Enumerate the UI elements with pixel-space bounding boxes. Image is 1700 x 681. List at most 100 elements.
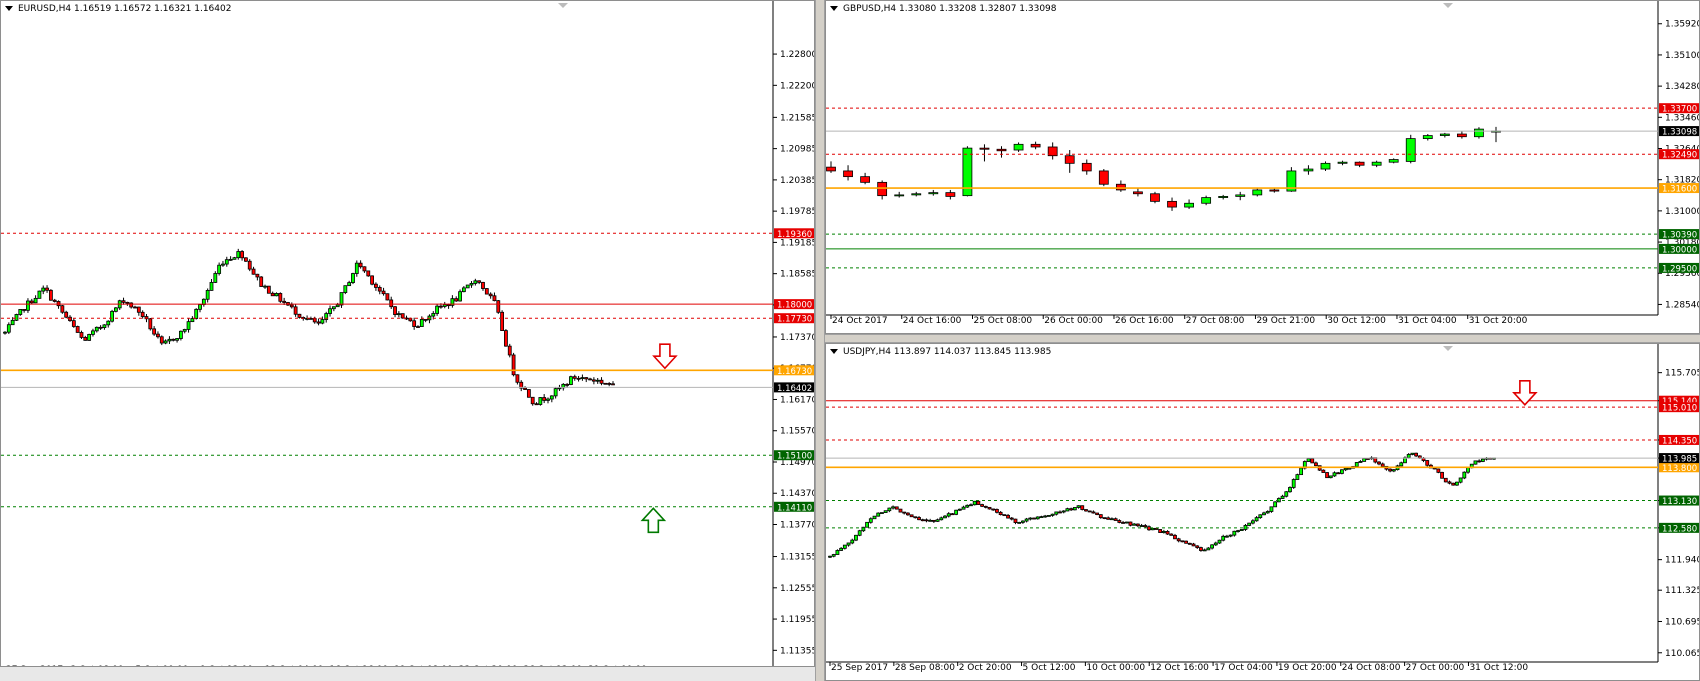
eurusd-chart-canvas[interactable]: 1.22800 1.22200 1.21585 1.20985 1.20385 1.197… <box>1 1 815 667</box>
eurusd-y-tick-label: 1.12555 <box>780 584 815 594</box>
eurusd-candle-body <box>374 283 378 288</box>
eurusd-candle-body <box>18 309 23 315</box>
eurusd-y-tick-label: 1.17370 <box>780 333 815 343</box>
eurusd-candle-body <box>251 268 256 275</box>
usdjpy-chart-canvas[interactable]: 115.705115.140114.350113.985113.130112.5… <box>826 344 1700 681</box>
eurusd-candle-body <box>228 258 233 261</box>
gbpusd-scroll-marker-icon[interactable] <box>1443 3 1453 8</box>
eurusd-candle-body <box>400 313 405 319</box>
eurusd-candle-body <box>156 333 160 338</box>
usdjpy-candle-body <box>839 547 844 551</box>
eurusd-candle-body <box>366 270 371 277</box>
eurusd-candle-body <box>83 337 88 341</box>
usdjpy-y-tick-label: 115.705 <box>1665 369 1700 379</box>
eurusd-symbol: EURUSD,H4 <box>18 4 72 14</box>
gbpusd-candle-body <box>1184 202 1194 208</box>
usdjpy-level-label: 114.350 <box>1662 436 1697 446</box>
usdjpy-candle-body <box>1080 505 1085 510</box>
eurusd-candle-body <box>377 287 382 292</box>
gbpusd-candle-body <box>1439 133 1450 136</box>
usdjpy-x-tick-label: 12 Oct 16:00 <box>1150 663 1209 673</box>
collapse-triangle-icon[interactable] <box>830 349 838 354</box>
usdjpy-candle-body <box>1406 454 1411 459</box>
usdjpy-candle-body <box>1432 467 1437 470</box>
eurusd-candle-body <box>22 309 27 311</box>
eurusd-candle-body <box>549 395 554 400</box>
usdjpy-candle-body <box>961 506 966 510</box>
collapse-triangle-icon[interactable] <box>830 6 838 11</box>
usdjpy-candle-body <box>1110 518 1114 521</box>
eurusd-chart-panel[interactable]: EURUSD,H4 1.16519 1.16572 1.16321 1.1640… <box>0 0 815 667</box>
gbpusd-chart-canvas[interactable]: 1.359201.351001.342801.334601.326401.318… <box>826 1 1700 334</box>
usdjpy-header: USDJPY,H4 113.897 114.037 113.845 113.98… <box>830 347 1051 357</box>
usdjpy-candle-body <box>868 518 873 523</box>
usdjpy-scroll-marker-icon[interactable] <box>1443 346 1453 351</box>
usdjpy-candle-body <box>1273 501 1278 508</box>
gbpusd-candle-body <box>979 147 990 150</box>
collapse-triangle-icon[interactable] <box>5 6 13 11</box>
eurusd-candle-body <box>98 326 103 329</box>
usdjpy-candles <box>828 452 1496 559</box>
usdjpy-candle-body <box>1065 508 1070 512</box>
eurusd-candle-body <box>546 398 550 401</box>
usdjpy-candle-body <box>1399 462 1404 467</box>
usdjpy-candle-body <box>1043 515 1048 518</box>
gbpusd-chart-panel[interactable]: GBPUSD,H4 1.33080 1.33208 1.32807 1.3309… <box>825 0 1700 334</box>
usdjpy-candle-body <box>1124 521 1129 524</box>
gbpusd-candle-body <box>826 166 836 172</box>
eurusd-candle-body <box>446 304 451 307</box>
usdjpy-candle-body <box>1410 452 1415 455</box>
eurusd-candle-body <box>603 382 608 385</box>
eurusd-candle-body <box>339 292 344 306</box>
eurusd-candle-body <box>266 285 271 294</box>
usdjpy-candle-body <box>1210 544 1214 549</box>
eurusd-candle-body <box>370 275 374 285</box>
usdjpy-x-tick-label: 31 Oct 12:00 <box>1469 663 1528 673</box>
usdjpy-candle-body <box>1020 520 1025 523</box>
eurusd-candle-body <box>45 287 49 291</box>
eurusd-candle-body <box>255 273 260 278</box>
usdjpy-candle-body <box>1314 462 1318 467</box>
eurusd-candle-body <box>159 336 164 344</box>
eurusd-candle-body <box>175 338 179 341</box>
eurusd-candle-body <box>431 313 436 317</box>
usdjpy-candle-body <box>1466 467 1470 473</box>
usdjpy-candle-body <box>998 511 1003 516</box>
down-arrow-icon[interactable] <box>652 343 678 370</box>
usdjpy-candle-body <box>1069 508 1074 511</box>
eurusd-candle-body <box>534 403 539 406</box>
horizontal-splitter[interactable] <box>825 334 1700 343</box>
usdjpy-candle-body <box>1236 530 1240 532</box>
usdjpy-symbol: USDJPY,H4 <box>843 347 891 357</box>
gbpusd-y-tick-label: 1.34280 <box>1665 82 1700 92</box>
eurusd-candle-body <box>167 338 172 342</box>
usdjpy-candle-body <box>1095 512 1099 516</box>
eurusd-candle-body <box>140 311 145 317</box>
up-arrow-icon[interactable] <box>640 507 667 534</box>
usdjpy-candle-body <box>1054 511 1059 515</box>
eurusd-candle-body <box>136 306 141 313</box>
usdjpy-candle-body <box>872 515 877 520</box>
usdjpy-y-tick-label: 111.325 <box>1665 586 1700 596</box>
gbpusd-candle-body <box>1133 191 1143 195</box>
eurusd-candle-body <box>572 376 577 379</box>
vertical-splitter[interactable] <box>815 0 825 681</box>
usdjpy-chart-panel[interactable]: USDJPY,H4 113.897 114.037 113.845 113.98… <box>825 343 1700 681</box>
eurusd-candle-body <box>511 354 516 376</box>
usdjpy-candle-body <box>1024 518 1029 522</box>
usdjpy-candle-body <box>1380 463 1385 467</box>
usdjpy-candle-body <box>1358 461 1363 463</box>
usdjpy-candle-body <box>1280 495 1285 499</box>
eurusd-candle-body <box>106 320 111 326</box>
eurusd-scroll-marker-icon[interactable] <box>558 3 568 8</box>
usdjpy-candle-body <box>909 514 914 518</box>
usdjpy-candle-body <box>1098 514 1103 519</box>
usdjpy-candle-body <box>1336 472 1341 475</box>
eurusd-candle-body <box>442 304 447 307</box>
eurusd-candle-body <box>75 326 80 333</box>
eurusd-candle-body <box>343 285 348 293</box>
usdjpy-candle-body <box>1343 468 1348 471</box>
usdjpy-candle-body <box>1046 515 1051 517</box>
usdjpy-candle-body <box>1377 461 1381 465</box>
eurusd-candle-body <box>110 310 114 322</box>
